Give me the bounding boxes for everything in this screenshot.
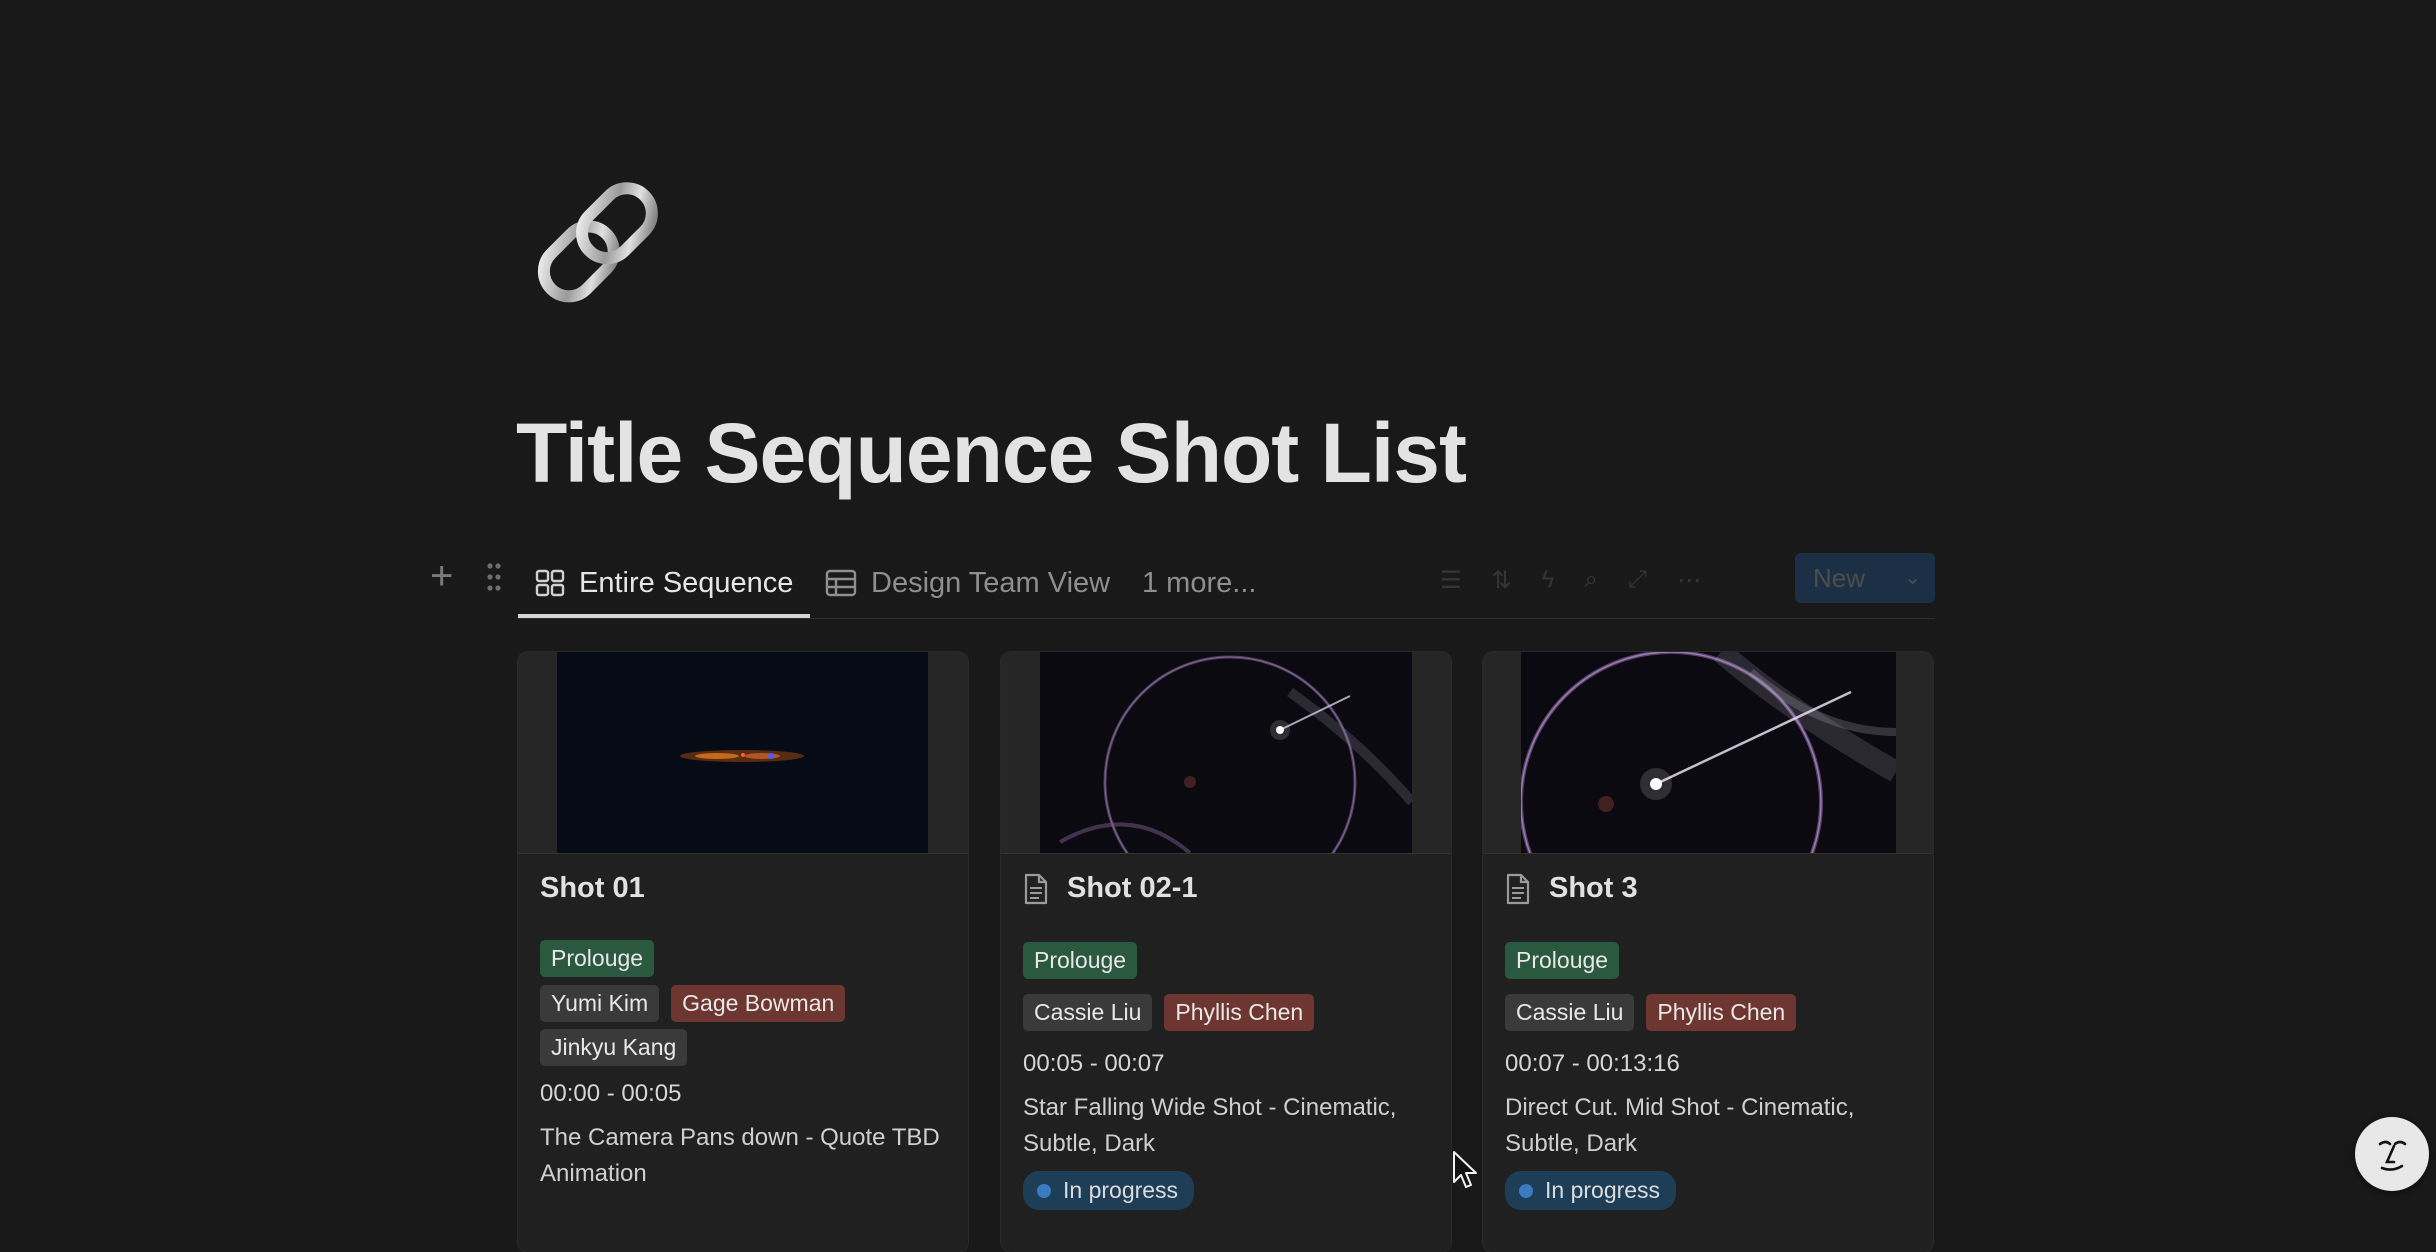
- card-title[interactable]: Shot 02-1: [1023, 872, 1198, 905]
- person-tag: Phyllis Chen: [1164, 994, 1315, 1031]
- sort-icon[interactable]: ⇅: [1492, 566, 1512, 595]
- status-badge: In progress: [1023, 1171, 1195, 1210]
- card-title-text: Shot 3: [1549, 872, 1638, 904]
- filter-icon[interactable]: ☰: [1440, 566, 1462, 595]
- mouse-cursor-icon: [1452, 1150, 1478, 1195]
- page-title[interactable]: Title Sequence Shot List: [516, 405, 1467, 502]
- new-button[interactable]: New ⌄: [1795, 553, 1935, 603]
- stage-tag: Prolouge: [1505, 942, 1620, 979]
- card-timecode: 00:00 - 00:05: [540, 1080, 682, 1107]
- tab-entire-sequence[interactable]: Entire Sequence: [535, 548, 793, 618]
- status-label: In progress: [1545, 1177, 1661, 1203]
- tab-design-team-view[interactable]: Design Team View: [825, 548, 1110, 618]
- status-badge: In progress: [1505, 1171, 1677, 1210]
- card-timecode: 00:05 - 00:07: [1023, 1050, 1165, 1077]
- card-title[interactable]: Shot 01: [540, 872, 645, 905]
- card-timecode: 00:07 - 00:13:16: [1505, 1050, 1680, 1077]
- person-tag: Jinkyu Kang: [540, 1029, 688, 1066]
- gallery-card[interactable]: Shot 01 Prolouge Yumi Kim Gage Bowman Ji…: [518, 652, 968, 1252]
- view-toolbar: + Entire Sequence Design Team View 1 mor…: [430, 548, 1935, 618]
- gallery-card[interactable]: Shot 02-1 Prolouge Cassie Liu Phyllis Ch…: [1001, 652, 1451, 1252]
- card-description: Direct Cut. Mid Shot - Cinematic, Subtle…: [1505, 1094, 1855, 1157]
- link-icon[interactable]: ⤢: [1628, 566, 1647, 594]
- card-title[interactable]: Shot 3: [1505, 872, 1638, 905]
- help-face-icon: [2378, 1140, 2407, 1171]
- more-options-icon[interactable]: ⋯: [1677, 566, 1701, 595]
- card-cover-image: [1483, 652, 1933, 854]
- search-icon[interactable]: ⌕: [1584, 566, 1597, 594]
- stage-tags: Prolouge: [540, 940, 655, 977]
- more-views-label: 1 more...: [1142, 566, 1257, 599]
- tab-label: Entire Sequence: [579, 566, 794, 599]
- gallery-card[interactable]: Shot 3 Prolouge Cassie Liu Phyllis Chen …: [1483, 652, 1933, 1252]
- stage-tags: Prolouge: [1023, 942, 1138, 979]
- plus-icon: +: [430, 554, 454, 598]
- people-tags: Cassie Liu Phyllis Chen: [1505, 994, 1797, 1031]
- person-tag: Phyllis Chen: [1646, 994, 1797, 1031]
- people-tags: Cassie Liu Phyllis Chen: [1023, 994, 1315, 1031]
- gallery-icon: [535, 569, 565, 597]
- person-tag: Cassie Liu: [1505, 994, 1635, 1031]
- card-description: The Camera Pans down - Quote TBD Animati…: [540, 1124, 940, 1187]
- status-label: In progress: [1063, 1177, 1179, 1203]
- card-title-text: Shot 02-1: [1067, 872, 1198, 904]
- status-dot: [1037, 1183, 1051, 1198]
- chevron-down-icon[interactable]: ⌄: [1904, 565, 1921, 590]
- card-cover-image: [518, 652, 968, 854]
- person-tag: Yumi Kim: [540, 985, 660, 1022]
- document-icon: [1506, 873, 1530, 904]
- tab-label: Design Team View: [871, 566, 1111, 599]
- chain-link-icon[interactable]: [515, 158, 685, 328]
- person-tag: Gage Bowman: [671, 985, 846, 1022]
- view-actions: ☰ ⇅ ϟ ⌕ ⤢ ⋯: [1440, 555, 1701, 605]
- document-icon: [1024, 873, 1048, 904]
- card-description: Star Falling Wide Shot - Cinematic, Subt…: [1023, 1094, 1397, 1157]
- person-tag: Cassie Liu: [1023, 994, 1153, 1031]
- stage-tag: Prolouge: [540, 940, 655, 977]
- stage-tags: Prolouge: [1505, 942, 1620, 979]
- more-views-link[interactable]: 1 more...: [1142, 548, 1256, 618]
- help-button[interactable]: [2355, 1117, 2429, 1191]
- add-view-button[interactable]: +: [430, 556, 453, 596]
- automation-icon[interactable]: ϟ: [1542, 566, 1555, 594]
- toolbar-divider: [518, 618, 1935, 619]
- card-cover-image: [1001, 652, 1451, 854]
- card-title-text: Shot 01: [540, 872, 645, 904]
- stage-tag: Prolouge: [1023, 942, 1138, 979]
- new-button-label: New: [1813, 562, 1866, 593]
- people-tags: Yumi Kim Gage Bowman: [540, 985, 846, 1022]
- people-tags-overflow: Jinkyu Kang: [540, 1029, 688, 1066]
- drag-handle-icon[interactable]: [486, 562, 502, 592]
- table-icon: [825, 569, 857, 597]
- status-dot: [1519, 1183, 1533, 1198]
